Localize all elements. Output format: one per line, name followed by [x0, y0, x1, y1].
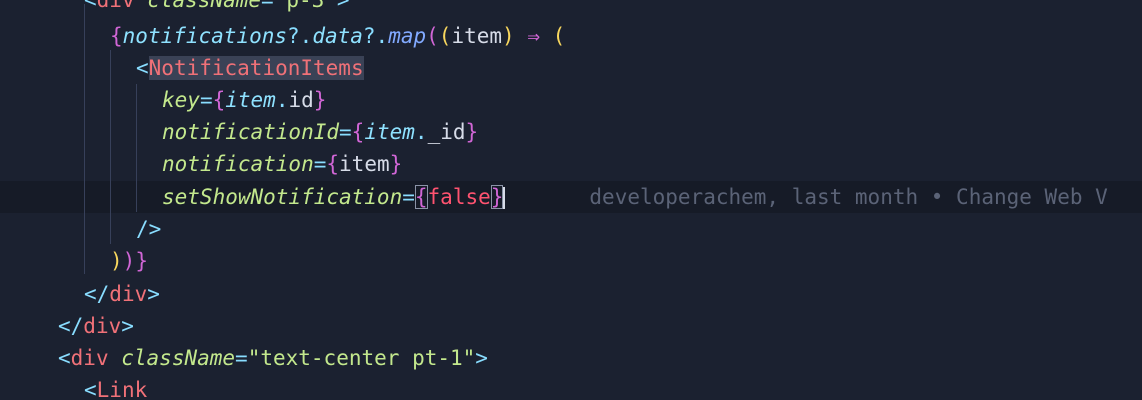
code-token: = [261, 0, 274, 12]
code-line-8[interactable]: /> [0, 213, 1142, 245]
code-token: ( [552, 24, 566, 48]
code-token: ( [438, 24, 452, 48]
code-token: > [336, 0, 350, 12]
code-token: "text-center pt-1" [247, 346, 476, 370]
code-token: div [109, 282, 148, 306]
code-token: { [212, 88, 226, 112]
git-blame-annotation: developerachem, last month • Change Web … [589, 185, 1108, 209]
text-cursor [503, 187, 506, 209]
code-token: div [96, 0, 135, 12]
code-token: . [414, 120, 428, 144]
code-token: = [339, 120, 352, 144]
code-token: } [490, 185, 504, 209]
code-token: ( [426, 24, 439, 48]
code-line-10[interactable]: </div> [0, 278, 1142, 310]
code-token: </ [58, 314, 84, 338]
indent-guide [136, 84, 137, 212]
code-token: < [84, 0, 97, 12]
code-token: Link [96, 378, 148, 400]
code-line-5[interactable]: notificationId={item._id} [0, 116, 1142, 148]
code-token: "p-3" [273, 0, 337, 12]
code-token: { [110, 24, 123, 48]
code-token: setShowNotification [162, 185, 403, 209]
code-token: item [225, 88, 276, 112]
code-token: _id [427, 120, 466, 144]
code-token: notificationId [162, 120, 340, 144]
code-token: key [162, 88, 200, 112]
code-token: } [389, 152, 403, 176]
code-line-2[interactable]: {notifications?.data?.map((item) ⇒ ( [0, 20, 1142, 52]
code-text: setShowNotification={false} developerache… [162, 181, 1108, 213]
code-text: {notifications?.data?.map((item) ⇒ ( [110, 20, 565, 52]
indent-guide [84, 4, 85, 274]
code-token: = [199, 88, 213, 112]
code-line-12[interactable]: <div className="text-center pt-1"> [0, 342, 1142, 374]
code-token: NotificationItems [148, 56, 364, 80]
code-token: ?. [362, 24, 389, 48]
code-text: notification={item} [162, 148, 402, 180]
code-token: className [147, 0, 262, 12]
code-token: = [313, 152, 327, 176]
code-text: <Link [84, 374, 147, 400]
code-token: = [402, 185, 415, 209]
code-token: item [364, 120, 415, 144]
code-line-6[interactable]: notification={item} [0, 148, 1142, 180]
code-line-1[interactable]: <div className="p-3"> [0, 0, 1142, 16]
code-token: item [451, 24, 503, 48]
code-text: <div className="p-3"> [84, 0, 350, 16]
code-line-11[interactable]: </div> [0, 310, 1142, 342]
code-line-9[interactable]: ))} [0, 245, 1142, 277]
code-token: = [235, 346, 248, 370]
code-token: } [313, 88, 327, 112]
code-token: ) [502, 24, 515, 48]
code-token: map [388, 24, 427, 48]
code-line-4[interactable]: key={item.id} [0, 84, 1142, 116]
code-text: notificationId={item._id} [162, 116, 478, 148]
code-token: div [83, 314, 122, 338]
code-token: ) [110, 249, 123, 273]
code-token: < [136, 56, 149, 80]
code-text: <div className="text-center pt-1"> [58, 342, 488, 374]
code-token: className [121, 346, 236, 370]
code-token: > [147, 282, 160, 306]
code-token: ) [122, 249, 136, 273]
code-token: { [414, 185, 428, 209]
indent-guide [110, 50, 111, 244]
code-token: > [475, 346, 488, 370]
code-text: /> [136, 213, 161, 245]
code-text: key={item.id} [162, 84, 326, 116]
code-line-7-current[interactable]: setShowNotification={false} developerache… [0, 181, 1142, 213]
code-token: notifications [122, 24, 288, 48]
code-token: item [339, 152, 390, 176]
code-line-3[interactable]: <NotificationItems [0, 52, 1142, 84]
code-token: data [312, 24, 363, 48]
code-token: id [288, 88, 314, 112]
code-token: } [465, 120, 479, 144]
code-token: . [275, 88, 289, 112]
code-token: > [121, 314, 134, 338]
code-text: <NotificationItems [136, 52, 364, 84]
code-token: ⇒ [514, 24, 553, 48]
code-token: notification [162, 152, 314, 176]
code-text: </div> [58, 310, 134, 342]
code-token: div [70, 346, 109, 370]
code-token: } [135, 249, 148, 273]
code-token: </ [84, 282, 110, 306]
code-token: false [427, 185, 491, 209]
code-text: </div> [84, 278, 160, 310]
code-token: ?. [287, 24, 313, 48]
code-token: { [351, 120, 365, 144]
code-line-13[interactable]: <Link [0, 374, 1142, 400]
code-token: < [58, 346, 71, 370]
code-editor[interactable]: <div className="p-3"> {notifications?.da… [0, 0, 1142, 400]
code-token: < [84, 378, 97, 400]
code-token: { [326, 152, 340, 176]
code-token: /> [136, 217, 162, 241]
code-text: ))} [110, 245, 148, 277]
